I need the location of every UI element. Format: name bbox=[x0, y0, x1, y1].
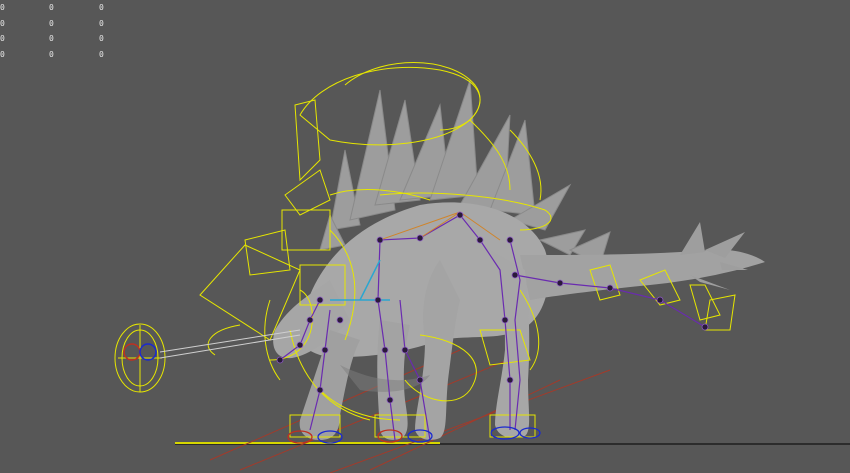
hud-value: 0 bbox=[49, 34, 54, 43]
hud-value: 0 bbox=[49, 18, 54, 28]
hud-value: 0 bbox=[0, 3, 5, 12]
rig-scene[interactable] bbox=[0, 0, 850, 473]
hud-value: 0 bbox=[99, 3, 104, 12]
hud-value: 0 bbox=[99, 34, 104, 43]
hud-value: 0 bbox=[0, 34, 5, 43]
hud-row: 0 0 0 bbox=[0, 47, 120, 63]
hud-value: 0 bbox=[0, 18, 5, 28]
hud-value: 0 bbox=[49, 3, 54, 12]
hud-value: 0 bbox=[0, 49, 5, 59]
hud-row: 0 0 0 bbox=[0, 16, 120, 32]
hud-row: 0 0 0 bbox=[0, 31, 120, 47]
hud-value: 0 bbox=[99, 18, 104, 28]
hud-value: 0 bbox=[49, 49, 54, 59]
viewport-3d[interactable]: 0 0 0 0 0 0 0 0 0 0 0 0 bbox=[0, 0, 850, 473]
hud-readout: 0 0 0 0 0 0 0 0 0 0 0 0 bbox=[0, 0, 120, 62]
hud-row: 0 0 0 bbox=[0, 0, 120, 16]
hud-value: 0 bbox=[99, 49, 104, 59]
ik-guide-lines bbox=[209, 349, 611, 473]
